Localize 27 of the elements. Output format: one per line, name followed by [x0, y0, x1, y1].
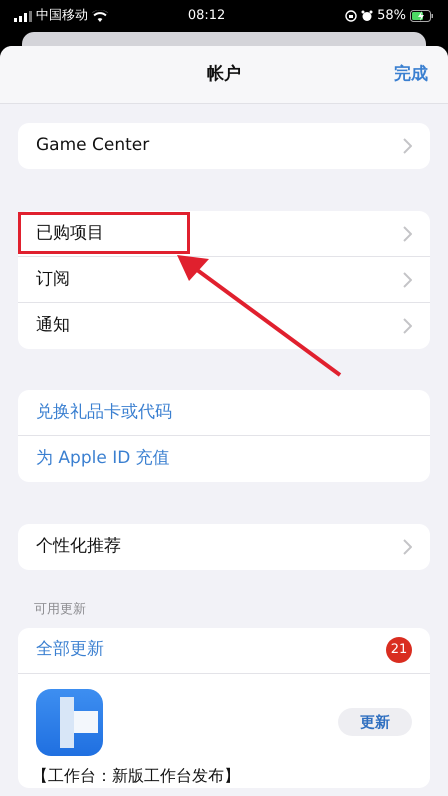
- clock-time: 08:12: [186, 7, 226, 26]
- battery-charging-icon: [410, 10, 434, 22]
- carrier-name: 中国移动: [36, 7, 88, 26]
- update-all-link[interactable]: 全部更新: [36, 637, 104, 663]
- chevron-icon: [403, 539, 412, 555]
- chevron-icon: [403, 138, 412, 154]
- section-header: 可用更新: [33, 601, 87, 619]
- list-item[interactable]: 已购项目: [18, 211, 430, 257]
- count-badge: 21: [386, 637, 412, 663]
- alarm-icon: [361, 10, 374, 22]
- wifi-icon: [92, 10, 108, 22]
- list-item[interactable]: Game Center: [18, 123, 430, 169]
- signal-icon: [14, 10, 32, 22]
- list-item[interactable]: 兑换礼品卡或代码: [18, 390, 430, 436]
- chevron-icon: [403, 318, 412, 334]
- done-button[interactable]: 完成: [394, 62, 428, 88]
- battery-percent: 58%: [377, 7, 406, 26]
- list-item[interactable]: 通知: [18, 303, 430, 349]
- chevron-icon: [403, 272, 412, 288]
- list-item[interactable]: 为 Apple ID 充值: [18, 436, 430, 482]
- list-item[interactable]: 个性化推荐: [18, 524, 430, 570]
- update-button[interactable]: 更新: [338, 708, 412, 736]
- chevron-icon: [403, 226, 412, 242]
- app-icon: [36, 688, 103, 756]
- release-notes: 【工作台：新版工作台发布】: [31, 764, 241, 786]
- rotation-lock-icon: [345, 10, 358, 22]
- page-title: 帐户: [207, 62, 241, 86]
